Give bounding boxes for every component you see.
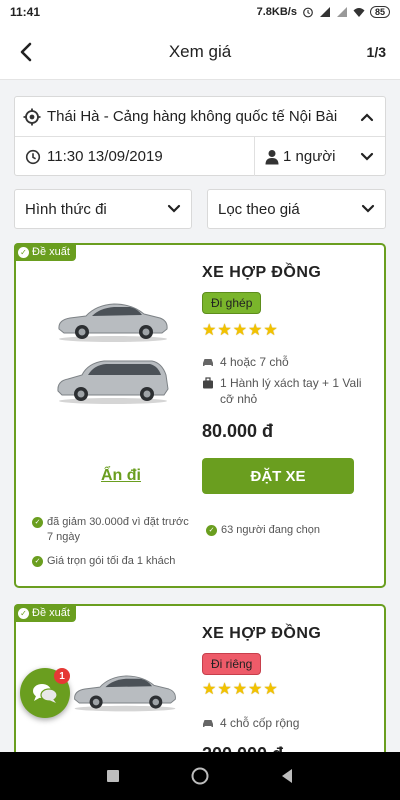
app-header: Xem giá 1/3	[0, 24, 400, 80]
trip-type-tag: Đi ghép	[202, 292, 262, 314]
check-icon: ✓	[32, 517, 43, 528]
alarm-icon	[303, 7, 313, 18]
unread-badge: 1	[54, 668, 70, 684]
wifi-icon	[353, 8, 365, 17]
popularity-note: ✓ 63 người đang chọn	[206, 523, 376, 538]
chevron-down-icon	[167, 204, 181, 213]
trip-type-tag: Đi riêng	[202, 653, 262, 675]
signal-icon	[319, 7, 330, 17]
check-icon: ✓	[32, 556, 43, 567]
star-icon: ★	[202, 681, 217, 698]
network-speed: 7.8KB/s	[256, 6, 297, 18]
travel-type-label: Hình thức đi	[25, 200, 107, 218]
chevron-up-icon	[360, 112, 374, 121]
circle-icon	[191, 767, 209, 785]
square-icon	[107, 770, 120, 782]
status-bar: 11:41 7.8KB/s 85	[0, 0, 400, 24]
status-icons: 7.8KB/s 85	[257, 6, 390, 18]
chat-bubbles-icon	[33, 684, 58, 703]
badge-label: Đề xuất	[32, 246, 70, 258]
route-location: Thái Hà - Cảng hàng không quốc tế Nội Bà…	[47, 108, 338, 125]
price-filter-label: Lọc theo giá	[218, 200, 300, 218]
datetime-picker[interactable]: 11:30 13/09/2019	[15, 137, 255, 176]
route-card: Thái Hà - Cảng hàng không quốc tế Nội Bà…	[14, 96, 386, 176]
check-icon: ✓	[206, 525, 217, 536]
trip-card: ✓ Đề xuất XE HỢP ĐỒNG Đi ghép ★ ★ ★ ★ ★ …	[14, 243, 386, 588]
star-icon: ★	[248, 681, 263, 698]
check-icon: ✓	[18, 246, 29, 258]
home-button[interactable]	[180, 756, 220, 796]
sedan-car-image	[74, 675, 176, 712]
recommended-badge: ✓ Đề xuất	[14, 243, 76, 261]
check-icon: ✓	[18, 607, 29, 619]
luggage-icon	[203, 377, 213, 389]
badge-label: Đề xuất	[32, 607, 70, 619]
back-nav-button[interactable]	[267, 756, 307, 796]
star-icon: ★	[217, 681, 232, 698]
chevron-down-icon	[361, 204, 375, 213]
passenger-dropdown-button[interactable]	[349, 137, 385, 177]
travel-type-filter[interactable]: Hình thức đi	[14, 189, 192, 229]
page-title: Xem giá	[168, 41, 232, 61]
collapse-route-button[interactable]	[349, 97, 385, 137]
signal-icon	[336, 7, 347, 17]
star-icon: ★	[232, 681, 248, 698]
trip-title: XE HỢP ĐỒNG	[202, 264, 322, 281]
back-arrow-icon	[20, 42, 32, 62]
rating-stars: ★ ★ ★ ★ ★	[202, 323, 278, 339]
star-icon: ★	[263, 322, 278, 339]
location-target-icon	[23, 108, 41, 125]
route-location-row[interactable]: Thái Hà - Cảng hàng không quốc tế Nội Bà…	[15, 97, 385, 137]
star-icon: ★	[202, 322, 217, 339]
price-filter[interactable]: Lọc theo giá	[207, 189, 386, 229]
rating-stars: ★ ★ ★ ★ ★	[202, 682, 278, 698]
passenger-selector[interactable]: 1 người	[255, 137, 385, 176]
minivan-car-image	[57, 360, 169, 404]
passenger-count: 1 người	[283, 148, 336, 165]
triangle-back-icon	[281, 769, 292, 783]
star-icon: ★	[263, 681, 278, 698]
sedan-car-image	[58, 303, 168, 342]
system-nav-bar	[0, 752, 400, 800]
status-time: 11:41	[10, 5, 41, 19]
note-text: 63 người đang chọn	[221, 524, 320, 536]
recommended-badge: ✓ Đề xuất	[14, 604, 76, 622]
person-icon	[265, 149, 279, 164]
star-icon: ★	[217, 322, 232, 339]
seat-feature: 4 hoặc 7 chỗ	[202, 354, 378, 370]
package-price-note: ✓ Giá trọn gói tối đa 1 khách	[32, 554, 232, 569]
recents-button[interactable]	[93, 756, 133, 796]
luggage-feature: 1 Hành lý xách tay + 1 Vali cỡ nhỏ	[202, 375, 378, 407]
feature-text: 1 Hành lý xách tay + 1 Vali cỡ nhỏ	[220, 376, 362, 406]
car-icon	[203, 720, 213, 727]
star-icon: ★	[248, 322, 263, 339]
back-button[interactable]	[12, 38, 40, 66]
trip-title: XE HỢP ĐỒNG	[202, 625, 322, 642]
discount-note: ✓ đã giảm 30.000đ vì đặt trước 7 ngày	[32, 515, 192, 545]
note-text: Giá trọn gói tối đa 1 khách	[47, 555, 176, 567]
seat-feature: 4 chỗ cốp rộng	[202, 715, 378, 731]
feature-text: 4 hoặc 7 chỗ	[220, 355, 289, 369]
book-button[interactable]: ĐẶT XE	[202, 458, 354, 494]
star-icon: ★	[232, 322, 248, 339]
note-text: đã giảm 30.000đ vì đặt trước 7 ngày	[47, 516, 189, 543]
trip-price: 80.000 đ	[202, 421, 274, 441]
battery-icon: 85	[369, 6, 390, 18]
page-counter: 1/3	[366, 44, 386, 60]
car-icon	[203, 359, 213, 366]
feature-text: 4 chỗ cốp rộng	[220, 716, 300, 730]
datetime-value: 11:30 13/09/2019	[47, 148, 163, 165]
hide-trip-link[interactable]: Ẩn đi	[101, 467, 141, 485]
clock-icon	[25, 149, 41, 164]
chevron-down-icon	[360, 152, 374, 161]
